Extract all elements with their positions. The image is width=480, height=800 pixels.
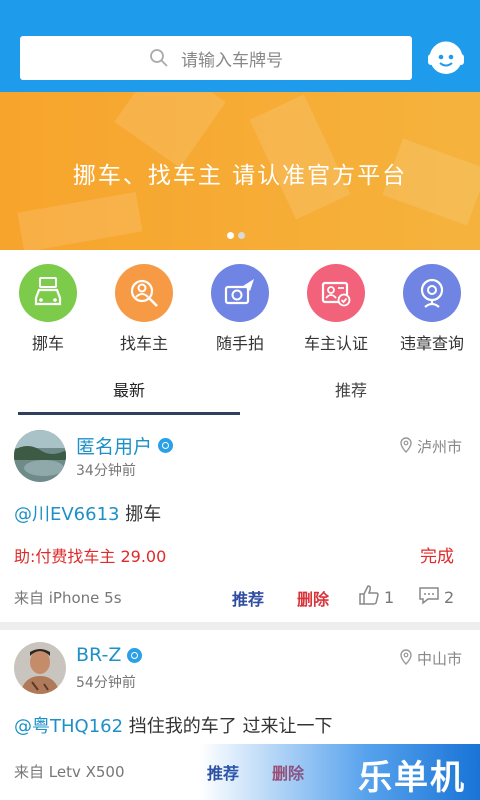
source-device: 来自 Letv X500 (14, 763, 125, 781)
location: 泸州市 (399, 436, 462, 457)
quick-action-label: 随手拍 (215, 334, 264, 353)
quick-action-move-car[interactable]: 挪车 (0, 264, 96, 354)
search-person-icon (115, 264, 173, 322)
carousel-dot (238, 232, 245, 239)
watermark-text: 乐单机 (358, 758, 466, 798)
quick-action-label: 车主认证 (303, 334, 368, 353)
quick-action-find-owner[interactable]: 找车主 (96, 264, 192, 354)
username[interactable]: 匿名用户 (76, 432, 174, 459)
customer-service-icon[interactable] (424, 36, 468, 80)
top-header: 请输入车牌号 (0, 0, 480, 92)
tab-latest[interactable]: 最新 (18, 372, 240, 412)
location-text: 泸州市 (416, 438, 462, 456)
recommend-button[interactable]: 推荐 (232, 586, 264, 610)
divider (0, 622, 480, 630)
username-text: BR-Z (76, 644, 122, 666)
comment-button[interactable]: 2 (418, 584, 454, 610)
plate-mention[interactable]: @粤THQ162 (14, 716, 123, 737)
like-count: 1 (384, 587, 395, 607)
status-badge: 完成 (420, 547, 454, 567)
reward-text: 助:付费找车主 29.00 (14, 547, 167, 566)
camera-plane-icon (211, 264, 269, 322)
carousel-dot-active (227, 232, 234, 239)
location-pin-icon (399, 648, 413, 669)
location: 中山市 (399, 648, 462, 669)
carousel-indicator (227, 232, 245, 239)
location-text: 中山市 (416, 650, 462, 668)
webcam-icon (403, 264, 461, 322)
username[interactable]: BR-Z (76, 644, 143, 666)
id-card-verified-icon (307, 264, 365, 322)
source-device: 来自 iPhone 5s (14, 589, 122, 607)
quick-action-snapshot[interactable]: 随手拍 (192, 264, 288, 354)
promo-banner[interactable]: 挪车、找车主 请认准官方平台 (0, 92, 480, 250)
like-button[interactable]: 1 (358, 584, 394, 610)
post-content: @粤THQ162 挡住我的车了 过来让一下 (14, 712, 333, 738)
search-placeholder: 请输入车牌号 (181, 50, 283, 71)
username-text: 匿名用户 (76, 436, 153, 458)
tab-recommended[interactable]: 推荐 (240, 372, 462, 412)
quick-action-label: 挪车 (31, 334, 64, 353)
post-message: 挡住我的车了 过来让一下 (123, 716, 333, 737)
temporary-parking-car-icon (19, 264, 77, 322)
quick-action-violation-query[interactable]: 违章查询 (384, 264, 480, 354)
thumbs-up-icon (358, 584, 380, 610)
post-content: @川EV6613 挪车 (14, 500, 161, 526)
male-gender-icon (158, 438, 174, 453)
search-input[interactable]: 请输入车牌号 (20, 36, 412, 80)
site-watermark: 乐单机 (200, 744, 480, 800)
location-pin-icon (399, 436, 413, 457)
delete-button[interactable]: 删除 (297, 586, 329, 610)
post-time: 34分钟前 (76, 463, 136, 479)
quick-action-label: 违章查询 (399, 334, 464, 353)
male-gender-icon (127, 647, 143, 663)
post-card[interactable]: 匿名用户 34分钟前 泸州市 @川EV6613 挪车 助:付费找车主 29.00… (0, 428, 480, 622)
avatar[interactable] (14, 430, 66, 482)
banner-text: 挪车、找车主 请认准官方平台 (72, 163, 408, 189)
post-message: 挪车 (119, 504, 162, 525)
avatar[interactable] (14, 642, 66, 694)
plate-mention[interactable]: @川EV6613 (14, 504, 120, 525)
quick-actions: 挪车 找车主 随手拍 车主认证 违章查询 (0, 264, 480, 360)
quick-action-label: 找车主 (119, 334, 168, 353)
comment-icon (418, 584, 440, 610)
search-icon (149, 48, 169, 68)
post-time: 54分钟前 (76, 675, 136, 691)
quick-action-owner-verify[interactable]: 车主认证 (288, 264, 384, 354)
comment-count: 2 (444, 587, 455, 607)
feed-tabs: 最新 推荐 (0, 372, 480, 416)
tab-active-indicator (18, 412, 240, 415)
